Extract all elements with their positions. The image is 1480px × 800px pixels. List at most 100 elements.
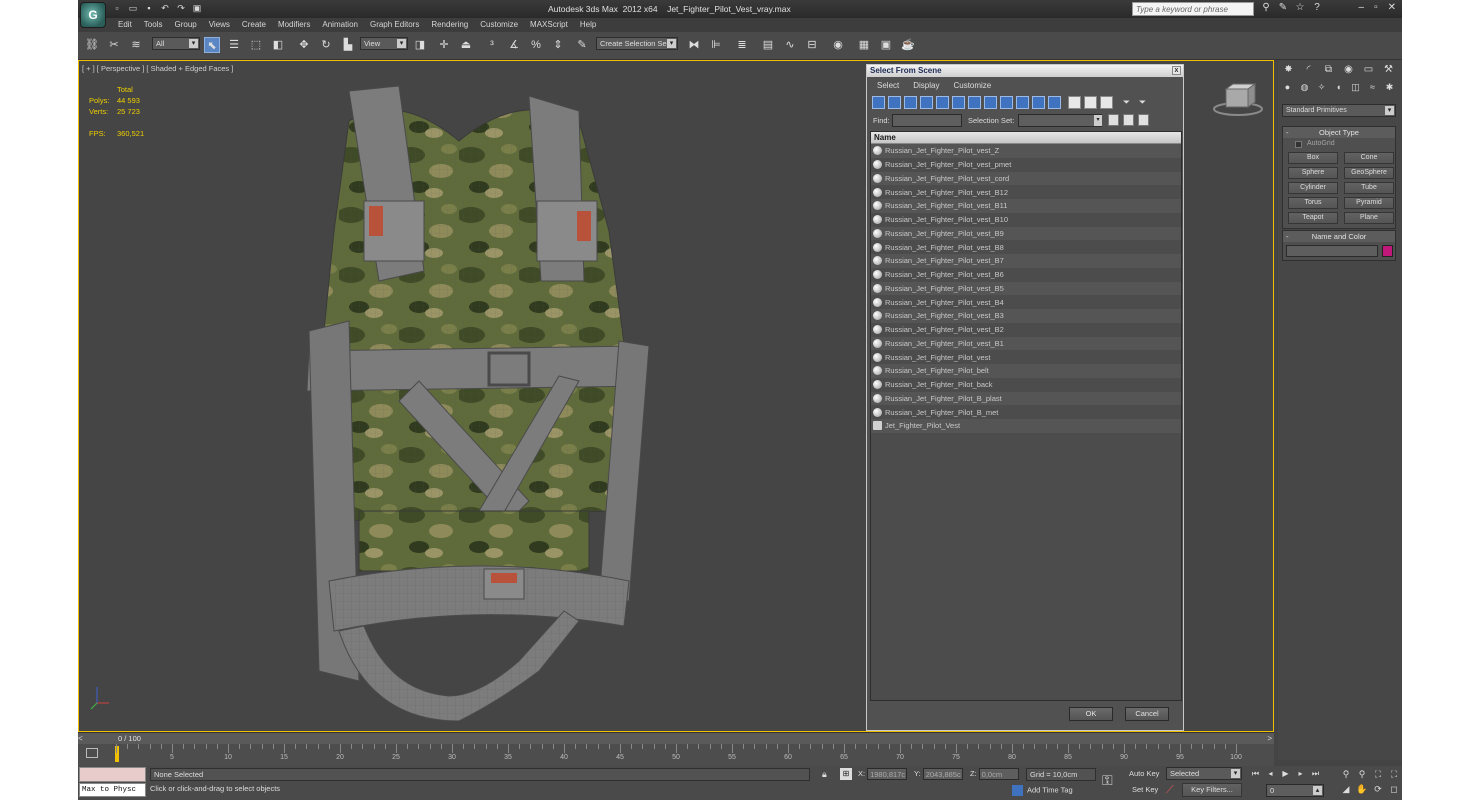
dialog-close-icon[interactable]: x <box>1172 66 1181 75</box>
unlink-icon[interactable]: ✂ <box>106 37 122 53</box>
percent-snap-icon[interactable]: % <box>528 37 544 53</box>
menu-group[interactable]: Group <box>168 18 202 32</box>
utilities-tab-icon[interactable]: ⚒ <box>1382 63 1395 76</box>
snaps-toggle-icon[interactable]: ³ <box>484 37 500 53</box>
list-item[interactable]: Russian_Jet_Fighter_Pilot_vest_B5 <box>871 281 1181 296</box>
list-item[interactable]: Russian_Jet_Fighter_Pilot_B_met <box>871 405 1181 419</box>
window-crossing-icon[interactable]: ◧ <box>270 37 286 53</box>
mini-curve-editor-icon[interactable] <box>86 748 98 758</box>
move-icon[interactable]: ✥ <box>296 37 312 53</box>
display-shapes-icon[interactable] <box>888 96 901 109</box>
modify-tab-icon[interactable]: ◜ <box>1302 63 1315 76</box>
menu-tools[interactable]: Tools <box>138 18 169 32</box>
help-icon[interactable]: ? <box>1311 2 1323 14</box>
menu-graph-editors[interactable]: Graph Editors <box>364 18 425 32</box>
select-dependents-icon[interactable] <box>1138 114 1149 126</box>
display-geometry-icon[interactable] <box>872 96 885 109</box>
display-invert-icon[interactable] <box>1100 96 1113 109</box>
display-hidden-icon[interactable] <box>1048 96 1061 109</box>
menu-modifiers[interactable]: Modifiers <box>272 18 316 32</box>
object-name-input[interactable] <box>1286 245 1378 257</box>
reference-coordinate-dropdown[interactable]: View ▾ <box>360 37 408 50</box>
redo-icon[interactable]: ↷ <box>176 3 186 13</box>
display-spacewarps-icon[interactable] <box>952 96 965 109</box>
create-tab-icon[interactable]: ✸ <box>1282 63 1295 76</box>
list-item[interactable]: Russian_Jet_Fighter_Pilot_vest_B6 <box>871 268 1181 282</box>
spinner-snap-icon[interactable]: ⇕ <box>550 37 566 53</box>
search-input[interactable]: Type a keyword or phrase <box>1132 2 1254 16</box>
mirror-icon[interactable]: ⧓ <box>686 37 702 53</box>
list-item[interactable]: Russian_Jet_Fighter_Pilot_vest_B2 <box>871 323 1181 337</box>
zoom-extents-icon[interactable]: ⛶ <box>1372 768 1384 780</box>
key-mode-dropdown[interactable]: Selected ▾ <box>1166 767 1242 780</box>
maximize-viewport-icon[interactable]: ◻ <box>1388 783 1400 795</box>
cancel-button[interactable]: Cancel <box>1125 707 1169 721</box>
go-to-start-icon[interactable]: ⏮ <box>1250 768 1261 779</box>
teapot-button[interactable]: Teapot <box>1288 212 1338 224</box>
pivot-center-icon[interactable]: ◨ <box>412 37 428 53</box>
zoom-extents-all-icon[interactable]: ⛶ <box>1388 768 1400 780</box>
list-item[interactable]: Russian_Jet_Fighter_Pilot_vest_Z <box>871 144 1181 158</box>
list-item[interactable]: Russian_Jet_Fighter_Pilot_vest_pmet <box>871 158 1181 172</box>
y-input[interactable]: 2043,885c <box>922 768 963 780</box>
play-icon[interactable]: ▶ <box>1280 768 1291 779</box>
viewport-label[interactable]: [ + ] [ Perspective ] [ Shaded + Edged F… <box>82 64 233 73</box>
display-groups-icon[interactable] <box>968 96 981 109</box>
spacewarps-icon[interactable]: ≈ <box>1367 81 1378 93</box>
x-input[interactable]: 1980,817c <box>867 768 908 780</box>
link-icon[interactable]: ⛓ <box>84 37 100 53</box>
minimize-icon[interactable]: – <box>1359 2 1365 13</box>
chevron-down-icon[interactable]: ▾ <box>1094 115 1102 126</box>
go-to-end-icon[interactable]: ⏭ <box>1310 768 1321 779</box>
time-slider[interactable]: < 0 / 100 > <box>78 732 1274 744</box>
menu-maxscript[interactable]: MAXScript <box>524 18 574 32</box>
material-editor-icon[interactable]: ◉ <box>830 37 846 53</box>
pyramid-button[interactable]: Pyramid <box>1344 197 1394 209</box>
list-item[interactable]: Russian_Jet_Fighter_Pilot_vest_B7 <box>871 254 1181 268</box>
menu-rendering[interactable]: Rendering <box>425 18 474 32</box>
box-button[interactable]: Box <box>1288 152 1338 164</box>
maxscript-mini-listener[interactable]: Max to Physc <box>79 783 146 797</box>
find-input[interactable] <box>892 114 962 127</box>
select-by-name-icon[interactable]: ☰ <box>226 37 242 53</box>
sync-selection-icon[interactable] <box>1123 114 1134 126</box>
dialog-menu-select[interactable]: Select <box>877 81 899 90</box>
pan-icon[interactable]: ✋ <box>1356 783 1368 795</box>
column-header-name[interactable]: Name <box>871 132 1181 144</box>
dialog-menu-customize[interactable]: Customize <box>953 81 991 90</box>
app-logo-button[interactable]: G <box>80 2 106 28</box>
previous-key-icon[interactable]: ◂ <box>1265 768 1276 779</box>
track-bar[interactable]: 5 10 15 20 25 30 35 40 45 50 55 60 65 70 75 80 85 90 95 100 <box>78 744 1274 766</box>
geosphere-button[interactable]: GeoSphere <box>1344 167 1394 179</box>
auto-key-button[interactable]: Auto Key <box>1129 769 1159 778</box>
list-item-group[interactable]: Jet_Fighter_Pilot_Vest <box>871 419 1181 433</box>
list-item[interactable]: Russian_Jet_Fighter_Pilot_belt <box>871 364 1181 378</box>
graphite-ribbon-icon[interactable]: ▤ <box>760 37 776 53</box>
plane-button[interactable]: Plane <box>1344 212 1394 224</box>
menu-help[interactable]: Help <box>574 18 602 32</box>
tube-button[interactable]: Tube <box>1344 182 1394 194</box>
next-key-icon[interactable]: ▸ <box>1295 768 1306 779</box>
render-production-icon[interactable]: ☕ <box>900 37 916 53</box>
list-item[interactable]: Russian_Jet_Fighter_Pilot_vest_B12 <box>871 185 1181 199</box>
align-icon[interactable]: ⊫ <box>708 37 724 53</box>
vest-3d-model[interactable] <box>279 81 659 721</box>
edit-named-selection-icon[interactable]: ✎ <box>574 37 590 53</box>
set-key-button[interactable]: Set Key <box>1132 785 1158 794</box>
rectangular-region-icon[interactable]: ⬚ <box>248 37 264 53</box>
menu-create[interactable]: Create <box>236 18 272 32</box>
bind-spacewarp-icon[interactable]: ≋ <box>128 37 144 53</box>
menu-customize[interactable]: Customize <box>474 18 524 32</box>
close-icon[interactable]: ✕ <box>1388 2 1396 13</box>
list-item[interactable]: Russian_Jet_Fighter_Pilot_vest_B10 <box>871 213 1181 227</box>
dialog-title-bar[interactable]: Select From Scene x <box>867 65 1183 77</box>
display-cameras-icon[interactable] <box>920 96 933 109</box>
sphere-button[interactable]: Sphere <box>1288 167 1338 179</box>
undo-icon[interactable]: ↶ <box>160 3 170 13</box>
field-of-view-icon[interactable]: ◢ <box>1340 783 1352 795</box>
current-frame-input[interactable]: 0 ▴ <box>1266 784 1324 797</box>
previous-frame-icon[interactable]: < <box>78 734 83 743</box>
filter-options-icon[interactable]: ⏷ <box>1136 96 1149 109</box>
viewcube-icon[interactable] <box>1213 83 1263 117</box>
lock-icon[interactable]: 🔒︎ <box>822 769 827 780</box>
